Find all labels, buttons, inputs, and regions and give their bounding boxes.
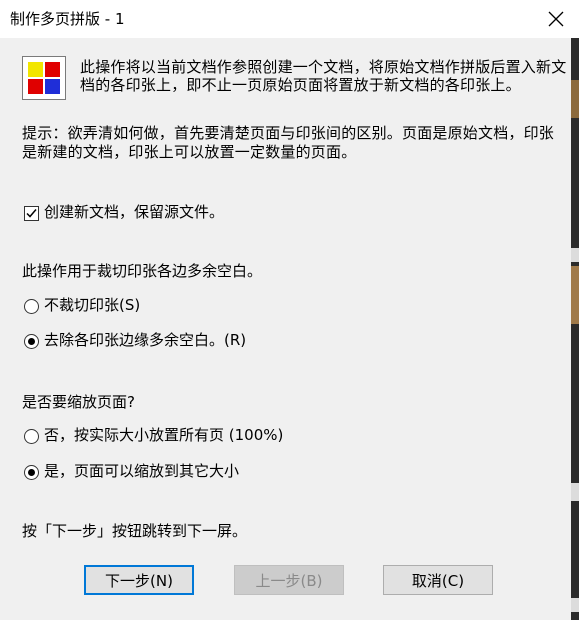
close-icon bbox=[548, 11, 564, 27]
no-trim-label[interactable]: 不裁切印张(S) bbox=[44, 296, 140, 315]
create-new-doc-label[interactable]: 创建新文档，保留源文件。 bbox=[44, 203, 224, 222]
no-scale-label[interactable]: 否，按实际大小放置所有页 (100%) bbox=[44, 426, 283, 445]
cancel-button[interactable]: 取消(C) bbox=[383, 565, 493, 595]
allow-scale-radio[interactable] bbox=[24, 465, 39, 480]
close-button[interactable] bbox=[533, 0, 579, 38]
create-new-doc-checkbox[interactable] bbox=[24, 206, 39, 221]
back-button[interactable]: 上一步(B) bbox=[234, 565, 344, 595]
trim-margins-label[interactable]: 去除各印张边缘多余空白。(R) bbox=[44, 331, 246, 350]
title-bar: 制作多页拼版 - 1 bbox=[0, 0, 579, 38]
no-trim-radio[interactable] bbox=[24, 299, 39, 314]
description-text: 此操作将以当前文档作参照创建一个文档，将原始文档作拼版后置入新文档的各印张上，即… bbox=[80, 58, 567, 94]
hint-text: 提示：欲弄清如何做，首先要清楚页面与印张间的区别。页面是原始文档，印张是新建的文… bbox=[22, 124, 555, 161]
window-title: 制作多页拼版 - 1 bbox=[10, 10, 125, 28]
background-window-edge bbox=[571, 38, 579, 620]
no-scale-radio[interactable] bbox=[24, 429, 39, 444]
imposition-grid-icon bbox=[22, 56, 66, 100]
checkmark-icon bbox=[26, 209, 37, 218]
footer-hint: 按「下一步」按钮跳转到下一屏。 bbox=[22, 522, 248, 540]
trim-margins-radio[interactable] bbox=[24, 334, 39, 349]
next-button[interactable]: 下一步(N) bbox=[84, 565, 194, 595]
trim-heading: 此操作用于裁切印张各边多余空白。 bbox=[22, 262, 263, 280]
allow-scale-label[interactable]: 是，页面可以缩放到其它大小 bbox=[44, 462, 239, 481]
scale-heading: 是否要缩放页面? bbox=[22, 393, 135, 411]
